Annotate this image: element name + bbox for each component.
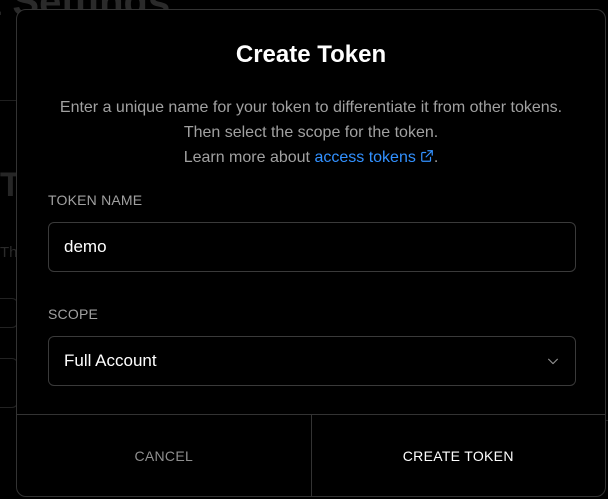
- scope-label: SCOPE: [48, 306, 99, 322]
- access-tokens-link[interactable]: access tokens: [314, 149, 433, 166]
- scope-select[interactable]: Full Account: [48, 336, 576, 386]
- dialog-footer: CANCEL CREATE TOKEN: [17, 414, 605, 496]
- background-section-text: Th: [0, 244, 18, 261]
- token-name-label: TOKEN NAME: [48, 192, 143, 208]
- dialog-title: Create Token: [235, 41, 387, 68]
- dialog-description: Enter a unique name for your token to di…: [47, 95, 575, 170]
- description-suffix: .: [433, 149, 439, 166]
- token-name-value: demo: [64, 237, 107, 256]
- token-name-input[interactable]: demo: [48, 222, 576, 272]
- scope-selected-value: Full Account: [64, 351, 157, 370]
- access-tokens-link-label: access tokens: [314, 149, 416, 166]
- create-token-dialog: Create Token Enter a unique name for you…: [16, 9, 606, 497]
- description-text: Enter a unique name for your token to di…: [59, 99, 563, 141]
- chevron-down-icon: [548, 358, 558, 365]
- description-prefix: Learn more about: [183, 149, 310, 166]
- external-link-icon: [420, 150, 433, 162]
- cancel-button[interactable]: CANCEL: [17, 415, 312, 496]
- create-token-button[interactable]: CREATE TOKEN: [312, 415, 606, 496]
